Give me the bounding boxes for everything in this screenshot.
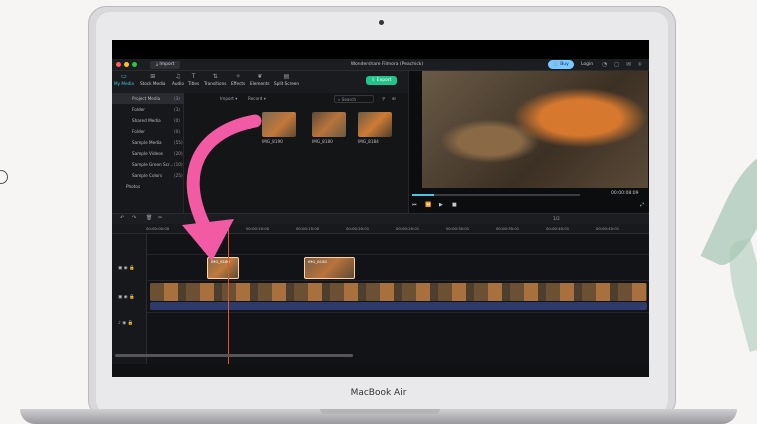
ruler-tick: 00:00:40:01 bbox=[546, 226, 570, 231]
grid-view-icon[interactable]: ⊞ bbox=[392, 96, 396, 101]
tab-elements[interactable]: ❦ Elements bbox=[250, 73, 270, 86]
redo-icon[interactable]: ↷ bbox=[132, 215, 136, 221]
mail-icon[interactable]: ✉ bbox=[626, 61, 631, 69]
import-menu[interactable]: Import bbox=[220, 96, 234, 101]
decorative-circle bbox=[0, 170, 8, 184]
track-divider bbox=[147, 312, 649, 313]
camera-icon bbox=[379, 20, 384, 25]
account-icon[interactable]: ⍟ bbox=[638, 61, 642, 69]
music-note-icon: ♫ bbox=[175, 73, 181, 80]
preview-scrubber[interactable] bbox=[412, 194, 580, 196]
login-link[interactable]: Login bbox=[581, 61, 593, 69]
titles-icon: T bbox=[191, 73, 196, 80]
media-thumbnail[interactable] bbox=[358, 112, 392, 137]
transitions-icon: ⇅ bbox=[212, 73, 218, 80]
video-preview bbox=[422, 71, 648, 188]
tab-effects[interactable]: ✧ Effects bbox=[231, 73, 245, 86]
export-button[interactable]: ⇪ Export bbox=[366, 76, 397, 85]
drag-arrow-icon bbox=[182, 114, 262, 261]
track-eye-icon[interactable]: ▣ ◉ 🔒 bbox=[118, 295, 135, 300]
stock-media-icon: ⊞ bbox=[150, 73, 156, 80]
video-track-clip[interactable] bbox=[150, 283, 647, 301]
preview-timecode: 00:00:08:09 bbox=[611, 191, 639, 196]
audio-track-icon[interactable]: ♪ ◉ 🔒 bbox=[118, 321, 133, 326]
media-name: IMG_8180 bbox=[312, 139, 333, 144]
device-brand: MacBook Air bbox=[350, 388, 407, 398]
stop-icon[interactable]: ■ bbox=[452, 202, 457, 208]
track-eye-icon[interactable]: ▣ ◉ 🔒 bbox=[118, 266, 135, 271]
folder-icon: ▭ bbox=[121, 73, 127, 80]
support-icon[interactable]: ◔ bbox=[602, 61, 607, 69]
play-icon[interactable]: ▶ bbox=[439, 202, 443, 208]
close-window-button[interactable] bbox=[116, 62, 121, 67]
laptop-notch bbox=[320, 409, 440, 414]
timeline-scrollbar[interactable] bbox=[115, 354, 353, 357]
ruler-tick: 00:00:15:00 bbox=[296, 226, 320, 231]
elements-icon: ❦ bbox=[257, 73, 263, 80]
ruler-tick: 00:00:20:01 bbox=[346, 226, 370, 231]
step-back-icon[interactable]: ⏮ bbox=[412, 202, 417, 208]
media-actions: Import ▾ bbox=[220, 96, 238, 101]
record-menu[interactable]: Record bbox=[248, 96, 262, 101]
effects-icon: ✧ bbox=[235, 73, 241, 80]
tab-audio[interactable]: ♫ Audio bbox=[172, 73, 184, 86]
tab-stock-media[interactable]: ⊞ Stock Media bbox=[140, 73, 166, 86]
zoom-level[interactable]: 1/2 bbox=[553, 216, 560, 221]
ruler-tick: 00:00:25:01 bbox=[396, 226, 420, 231]
media-thumbnail[interactable] bbox=[312, 112, 346, 137]
tab-titles[interactable]: T Titles bbox=[188, 73, 199, 86]
ruler-tick: 00:00:45:01 bbox=[596, 226, 620, 231]
scrubber-progress bbox=[412, 194, 434, 196]
ruler-tick: 00:00:30:01 bbox=[446, 226, 470, 231]
fullscreen-icon[interactable]: ⤢ bbox=[640, 202, 644, 208]
split-screen-icon: ▤ bbox=[283, 73, 290, 80]
notification-icon[interactable]: ◻ bbox=[614, 61, 619, 69]
window-title: Wondershare Filmora (Peachick) bbox=[350, 62, 424, 67]
buy-button[interactable]: 🛒 Buy bbox=[548, 60, 574, 69]
frame-back-icon[interactable]: ⏪ bbox=[425, 202, 431, 208]
maximize-window-button[interactable] bbox=[132, 62, 137, 67]
timeline-clip[interactable]: IMG_8180 bbox=[304, 257, 355, 279]
tab-my-media[interactable]: ▭ My Media bbox=[114, 73, 134, 86]
search-input[interactable]: ⌕ Search bbox=[334, 95, 374, 103]
audio-waveform bbox=[150, 302, 647, 310]
track-divider bbox=[147, 280, 649, 281]
tab-split-screen[interactable]: ▤ Split Screen bbox=[274, 73, 299, 86]
undo-icon[interactable]: ↶ bbox=[120, 215, 124, 221]
media-actions: Record ▾ bbox=[248, 96, 266, 101]
minimize-window-button[interactable] bbox=[124, 62, 129, 67]
import-tab[interactable]: ⤓ Import bbox=[150, 61, 181, 69]
tab-transitions[interactable]: ⇅ Transitions bbox=[204, 73, 226, 86]
ruler-tick: 00:00:35:01 bbox=[496, 226, 520, 231]
media-name: IMG_8184 bbox=[358, 139, 379, 144]
delete-icon[interactable]: 🗑 bbox=[146, 215, 152, 221]
sidebar-item-project-media[interactable]: Project Media (3) bbox=[112, 93, 184, 104]
menu-bar-blackout bbox=[112, 40, 649, 59]
filter-icon[interactable]: ⚲ bbox=[382, 96, 385, 101]
